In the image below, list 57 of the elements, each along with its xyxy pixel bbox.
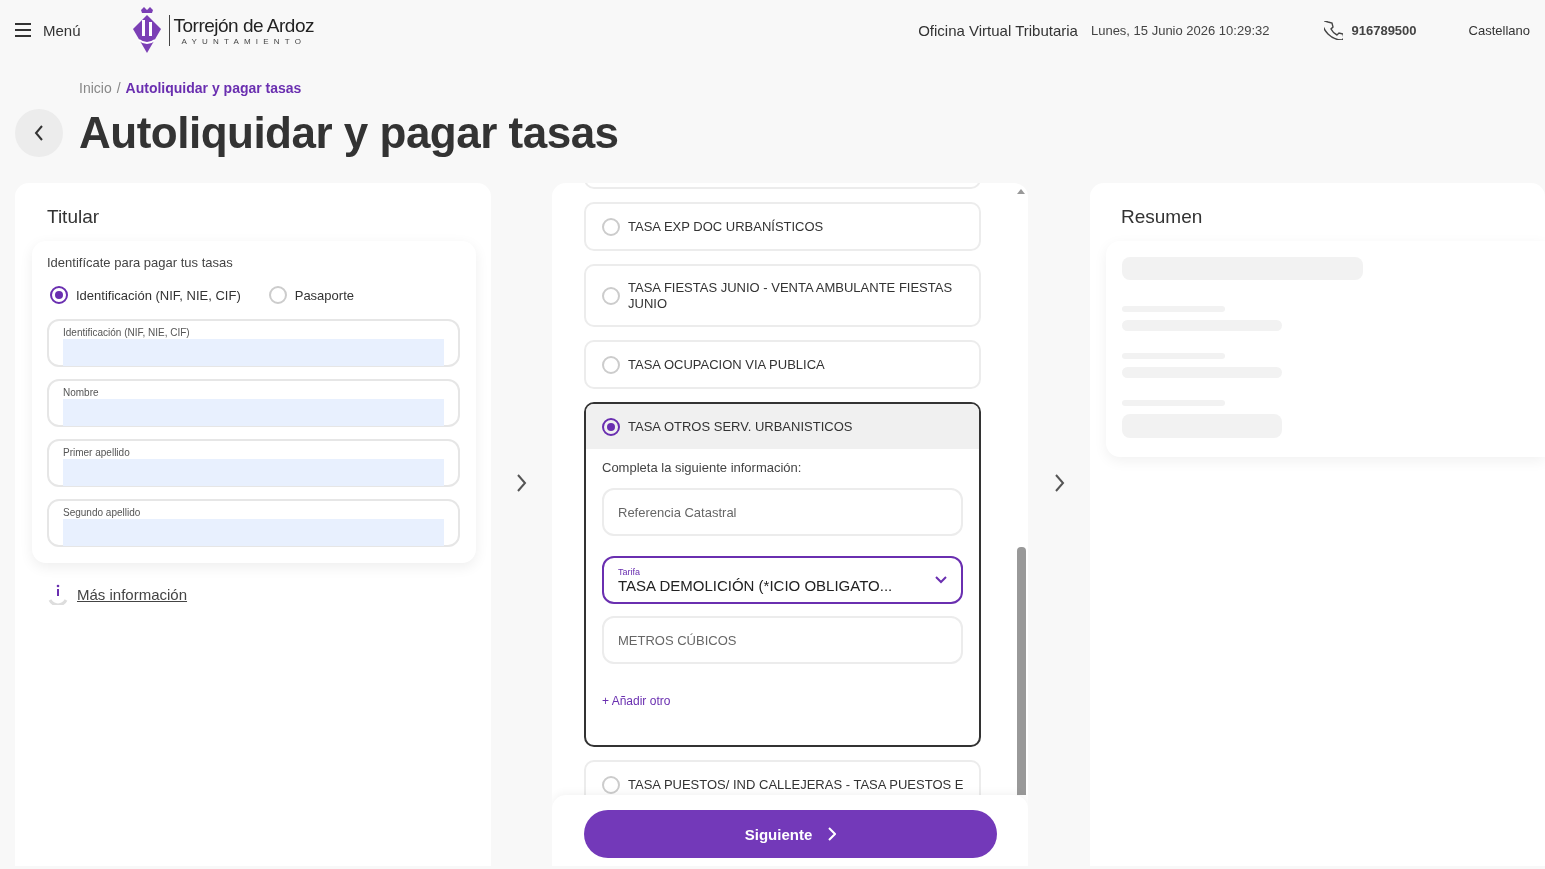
tarifa-dropdown[interactable]: Tarifa TASA DEMOLICIÓN (*ICIO OBLIGATO... [602, 556, 963, 604]
input-field[interactable]: Nombre [47, 379, 460, 427]
input-field[interactable]: Identificación (NIF, NIE, CIF) [47, 319, 460, 367]
menu-button[interactable]: Menú [14, 21, 81, 39]
chevron-right-icon[interactable] [516, 473, 527, 492]
back-button[interactable] [15, 109, 63, 157]
add-link[interactable]: + Añadir otro [602, 694, 671, 708]
input-field[interactable]: METROS CÚBICOS [602, 616, 963, 664]
option-label: TASA EXP DOC URBANÍSTICOS [628, 219, 824, 235]
field-label: Identificación (NIF, NIE, CIF) [63, 327, 191, 338]
logo-subtitle: AYUNTAMIENTO [180, 36, 308, 46]
scroll-up-icon[interactable] [1017, 189, 1025, 194]
field-label: Nombre [63, 387, 100, 398]
field-label: Tarifa [618, 566, 641, 577]
radio-label: Identificación (NIF, NIE, CIF) [76, 287, 241, 303]
selected-value: TASA DEMOLICIÓN (*ICIO OBLIGATO... [618, 576, 893, 594]
prompt-text: Completa la siguiente información: [602, 460, 803, 475]
phone-link[interactable]: 916789500 [1324, 20, 1417, 40]
tasa-option[interactable]: TASA FIESTAS JUNIO - VENTA AMBULANTE FIESTAS JUNIO [584, 264, 981, 327]
chevron-left-icon [34, 125, 44, 141]
breadcrumb-separator: / [116, 80, 121, 96]
radio-button[interactable] [50, 286, 68, 304]
field-label: Segundo apellido [63, 507, 142, 518]
chevron-right-icon [828, 827, 837, 841]
language-link[interactable]: Castellano [1468, 22, 1530, 38]
breadcrumb-link[interactable]: Autoliquidar y pagar tasas [125, 80, 302, 96]
option-label: TASA OCUPACION VIA PUBLICA [628, 357, 825, 373]
office-title: Oficina Virtual Tributaria [918, 21, 1078, 39]
next-button[interactable]: Siguiente [584, 810, 997, 858]
logo-name: Torrejón de Ardoz [173, 14, 314, 37]
scrollbar-thumb[interactable] [1016, 547, 1026, 795]
radio-button[interactable] [602, 418, 620, 436]
radio-label: Pasaporte [294, 287, 354, 303]
placeholder-text: METROS CÚBICOS [618, 632, 737, 648]
tasa-option[interactable]: TASA OCUPACION VIA PUBLICA [584, 340, 981, 389]
more-info-link[interactable]: Más información [77, 585, 188, 603]
input-field[interactable]: Referencia Catastral [602, 488, 963, 536]
input-field[interactable]: Primer apellido [47, 439, 460, 487]
tasa-option[interactable]: TASA EXP DOC URBANÍSTICOS [584, 202, 981, 251]
menu-icon [14, 22, 32, 38]
option-label: TASA PUESTOS/ IND CALLEJERAS - TASA PUESTOS E [628, 777, 964, 793]
input-field[interactable]: Segundo apellido [47, 499, 460, 547]
tasa-option[interactable]: TASA OTROS SERV. URBANISTICOS Completa la siguiente información: Referencia Catastral Tarifa TASA DEMOLICIÓN (*ICIO OBLIGATO... METROS CÚBICOS + Añadir otro [584, 402, 981, 747]
chevron-right-icon[interactable] [1053, 473, 1065, 492]
breadcrumb-link[interactable]: Inicio [79, 80, 112, 96]
info-icon [47, 583, 69, 605]
option-label: TASA OTROS SERV. URBANISTICOS [628, 419, 853, 435]
phone-icon [1324, 20, 1344, 40]
field-label: Primer apellido [63, 447, 131, 458]
placeholder-text: Referencia Catastral [618, 504, 737, 520]
page-title: Autoliquidar y pagar tasas [79, 108, 619, 158]
chevron-down-icon [935, 576, 947, 584]
prompt-text: Identifícate para pagar tus tasas [47, 255, 234, 270]
date-time: Lunes, 15 Junio 2026 10:29:32 [1090, 22, 1270, 38]
section-title: Titular [47, 206, 101, 229]
section-title: Resumen [1121, 206, 1204, 229]
option-label: TASA FIESTAS JUNIO - VENTA AMBULANTE FIESTAS JUNIO [628, 280, 954, 312]
